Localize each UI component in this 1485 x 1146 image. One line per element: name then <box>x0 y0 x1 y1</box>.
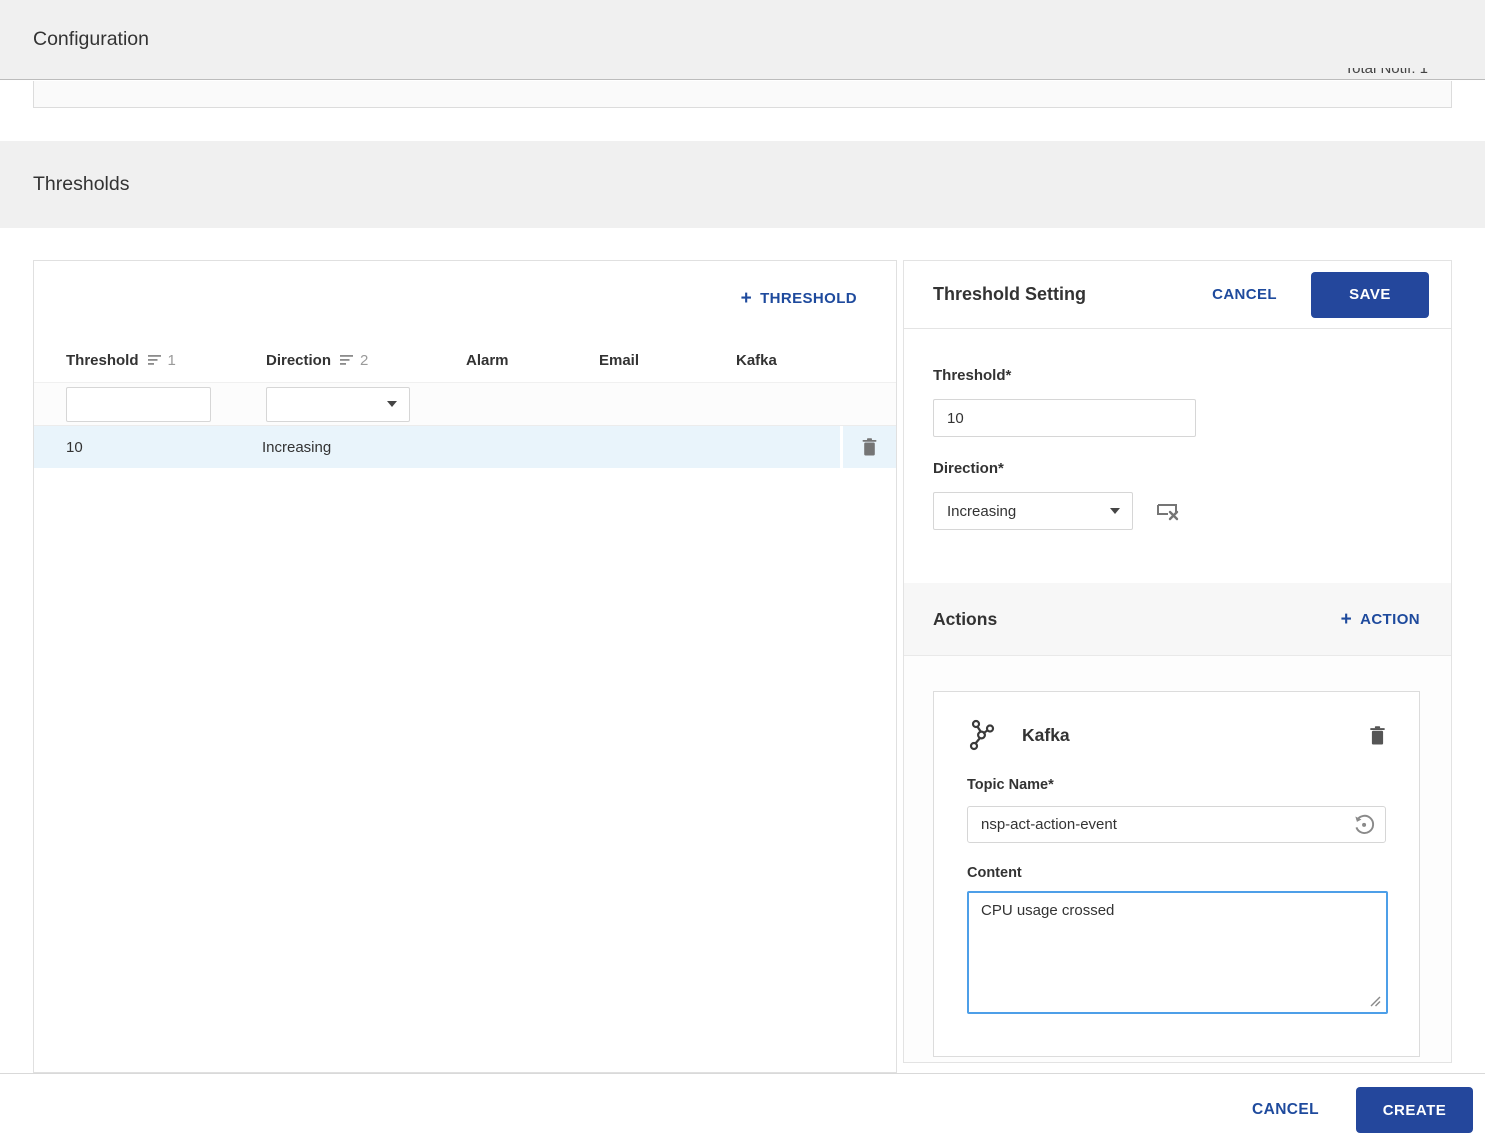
threshold-field-label: Threshold* <box>933 367 1012 384</box>
cell-threshold: 10 <box>66 438 83 456</box>
page: Configuration Total Notif: 1 Thresholds … <box>0 0 1485 1146</box>
thresholds-section-header: Thresholds <box>0 141 1485 228</box>
topic-name-label: Topic Name* <box>967 777 1054 793</box>
column-header-email[interactable]: Email <box>599 352 736 369</box>
threshold-table-row[interactable]: 10 Increasing <box>34 426 896 468</box>
footer-cancel-button[interactable]: CANCEL <box>1252 1101 1319 1119</box>
history-icon <box>1355 814 1375 834</box>
sort-order-badge: 2 <box>360 351 369 369</box>
content-label: Content <box>967 865 1022 881</box>
kafka-action-card: Kafka Topic Name* nsp-act-action-event C… <box>933 691 1420 1057</box>
footer-create-button[interactable]: CREATE <box>1356 1087 1473 1133</box>
actions-content: Kafka Topic Name* nsp-act-action-event C… <box>904 656 1451 1062</box>
add-threshold-label: THRESHOLD <box>760 290 857 307</box>
threshold-setting-header: Threshold Setting CANCEL SAVE <box>904 261 1451 329</box>
threshold-filter-input[interactable] <box>66 386 211 422</box>
threshold-cancel-button[interactable]: CANCEL <box>1212 286 1277 303</box>
direction-select[interactable]: Increasing <box>933 492 1133 530</box>
threshold-value-input[interactable] <box>933 399 1196 437</box>
restore-default-button[interactable] <box>1352 813 1375 841</box>
trash-icon <box>1370 725 1385 744</box>
page-title: Configuration <box>33 28 149 50</box>
table-toolbar: + THRESHOLD <box>34 261 896 338</box>
column-header-alarm[interactable]: Alarm <box>466 352 599 369</box>
actions-title: Actions <box>933 608 998 629</box>
delete-threshold-row-button[interactable] <box>840 426 896 468</box>
column-header-threshold[interactable]: Threshold 1 <box>66 352 266 369</box>
sort-icon <box>147 355 161 365</box>
content-textarea[interactable]: CPU usage crossed <box>967 891 1388 1014</box>
cell-direction: Increasing <box>261 438 332 456</box>
column-header-direction[interactable]: Direction 2 <box>266 352 466 369</box>
delete-kafka-action-button[interactable] <box>1369 725 1386 745</box>
topic-name-input[interactable] <box>967 806 1386 843</box>
actions-section-header: Actions + ACTION <box>904 583 1451 656</box>
chevron-down-icon <box>1110 508 1120 514</box>
scrolled-panel-sliver <box>33 81 1452 108</box>
threshold-setting-form: Threshold* Direction* Increasing <box>904 329 1451 583</box>
table-filter-row <box>34 383 896 426</box>
thresholds-section-title: Thresholds <box>33 173 130 195</box>
table-header-row: Threshold 1 Direction 2 Alarm Email Kafk… <box>34 338 896 383</box>
plus-icon: + <box>740 288 753 309</box>
clear-selection-icon <box>1157 504 1179 521</box>
kafka-card-title: Kafka <box>1022 724 1070 745</box>
plus-icon: + <box>1340 608 1353 630</box>
chevron-down-icon <box>387 401 397 407</box>
sort-icon <box>340 355 354 365</box>
configuration-header: Configuration Total Notif: 1 <box>0 0 1485 80</box>
clipped-total-text: Total Notif: 1 <box>1344 68 1428 77</box>
sort-order-badge: 1 <box>167 351 176 369</box>
direction-filter-dropdown[interactable] <box>266 386 410 422</box>
add-threshold-button[interactable]: + THRESHOLD <box>741 289 857 308</box>
trash-icon <box>862 438 877 456</box>
clear-selection-button[interactable] <box>1155 500 1181 522</box>
add-action-button[interactable]: + ACTION <box>1341 610 1420 629</box>
add-action-label: ACTION <box>1360 610 1420 628</box>
footer-action-bar: CANCEL CREATE <box>0 1073 1485 1146</box>
kafka-icon <box>969 719 995 751</box>
threshold-setting-panel: Threshold Setting CANCEL SAVE Threshold*… <box>903 260 1452 1063</box>
column-header-kafka[interactable]: Kafka <box>736 352 856 369</box>
threshold-setting-title: Threshold Setting <box>933 284 1086 304</box>
thresholds-table-panel: + THRESHOLD Threshold 1 Direction 2 Alar… <box>33 260 897 1073</box>
threshold-save-button[interactable]: SAVE <box>1311 271 1429 318</box>
direction-field-label: Direction* <box>933 460 1004 477</box>
